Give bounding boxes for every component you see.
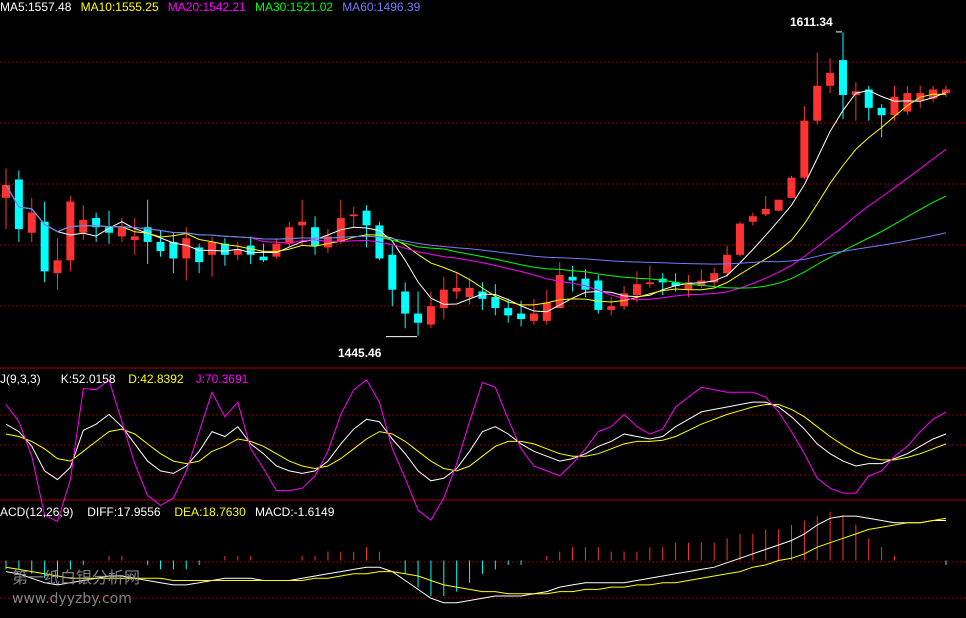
price-legend-item: MA30:1521.02: [255, 0, 333, 14]
candle-body: [272, 243, 281, 257]
candle-body: [838, 60, 847, 95]
candle-body: [465, 287, 474, 298]
candle-body: [311, 227, 320, 246]
candle-body: [529, 313, 538, 321]
candle-body: [298, 221, 307, 226]
candle-body: [452, 287, 461, 292]
candle-body: [220, 243, 229, 255]
market-chart: 1611.34 1445.46 第一纸白银分析网 www.dyyzby.com …: [0, 0, 966, 607]
candle-body: [259, 256, 268, 261]
candle-body: [156, 241, 165, 252]
price-legend-item: MA60:1496.39: [342, 0, 420, 14]
macd-legend-item: MACD:-1.6149: [255, 505, 335, 519]
watermark-url: www.dyyzby.com: [12, 591, 132, 607]
candle-body: [774, 199, 783, 211]
candle-body: [568, 276, 577, 281]
candle-body: [581, 278, 590, 290]
candle-body: [182, 238, 191, 259]
candle-body: [14, 179, 23, 230]
price-legend-item: MA20:1542.21: [168, 0, 246, 14]
candle-body: [877, 107, 886, 116]
candle-body: [414, 313, 423, 323]
candle-body: [890, 96, 899, 116]
candle-body: [826, 72, 835, 86]
macd-legend-item: DIFF:17.9556: [87, 505, 161, 519]
candle-body: [748, 216, 757, 222]
kdj-k-line: [5, 401, 947, 482]
watermark: 第一纸白银分析网 www.dyyzby.com: [12, 568, 140, 607]
candle-body: [813, 85, 822, 121]
price-legend-item: MA5:1557.48: [0, 0, 72, 14]
candle-body: [800, 120, 809, 178]
candle-body: [388, 254, 397, 290]
candle-body: [491, 297, 500, 309]
candle-body: [117, 227, 126, 237]
diff-line: [5, 515, 946, 604]
kdj-legend-item: D:42.8392: [128, 372, 184, 386]
candle-body: [632, 284, 641, 296]
candle-body: [27, 212, 36, 233]
candle-body: [362, 210, 371, 226]
watermark-title: 第一纸白银分析网: [12, 568, 140, 587]
candle-body: [787, 177, 796, 198]
candle-body: [517, 313, 526, 320]
macd-lines: [5, 515, 947, 604]
candle-body: [53, 260, 62, 274]
candle-body: [645, 282, 654, 285]
candle-body: [130, 236, 139, 241]
annotations: 1611.34 1445.46: [338, 15, 842, 360]
candle-body: [504, 308, 513, 316]
candle-body: [285, 227, 294, 244]
dea-line: [5, 517, 947, 595]
candle-body: [169, 241, 178, 259]
macd-legend-item: DEA:18.7630: [174, 505, 246, 519]
low-price-label: 1445.46: [338, 346, 382, 360]
candle-body: [903, 93, 912, 112]
candle-body: [607, 306, 616, 310]
candle-body: [2, 184, 10, 198]
candle-body: [208, 241, 217, 255]
candle-body: [735, 223, 744, 255]
candle-body: [246, 245, 255, 255]
candle-body: [40, 221, 49, 272]
kdj-legend-item: K:52.0158: [61, 372, 116, 386]
candle-body: [349, 214, 358, 217]
high-price-label: 1611.34: [790, 15, 833, 29]
candle-body: [401, 291, 410, 314]
kdj-legend-item: J(9,3,3): [0, 372, 41, 386]
macd-legend-item: ACD(12,26,9): [0, 505, 73, 519]
candle-body: [439, 289, 448, 309]
kdj-legend: J(9,3,3) K:52.0158 D:42.8392 J:70.3691: [0, 372, 249, 386]
candle-body: [66, 201, 75, 261]
price-legend-item: MA10:1555.25: [81, 0, 159, 14]
candle-body: [594, 280, 603, 310]
candle-body: [761, 208, 770, 215]
kdj-legend-item: J:70.3691: [196, 372, 249, 386]
price-legend: MA5:1557.48 MA10:1555.25 MA20:1542.21 MA30:…: [0, 0, 421, 14]
candle-body: [426, 306, 435, 325]
macd-legend: ACD(12,26,9) DIFF:17.9556 DEA:18.7630 MACD:…: [0, 505, 335, 519]
ma60-line: [5, 184, 947, 265]
